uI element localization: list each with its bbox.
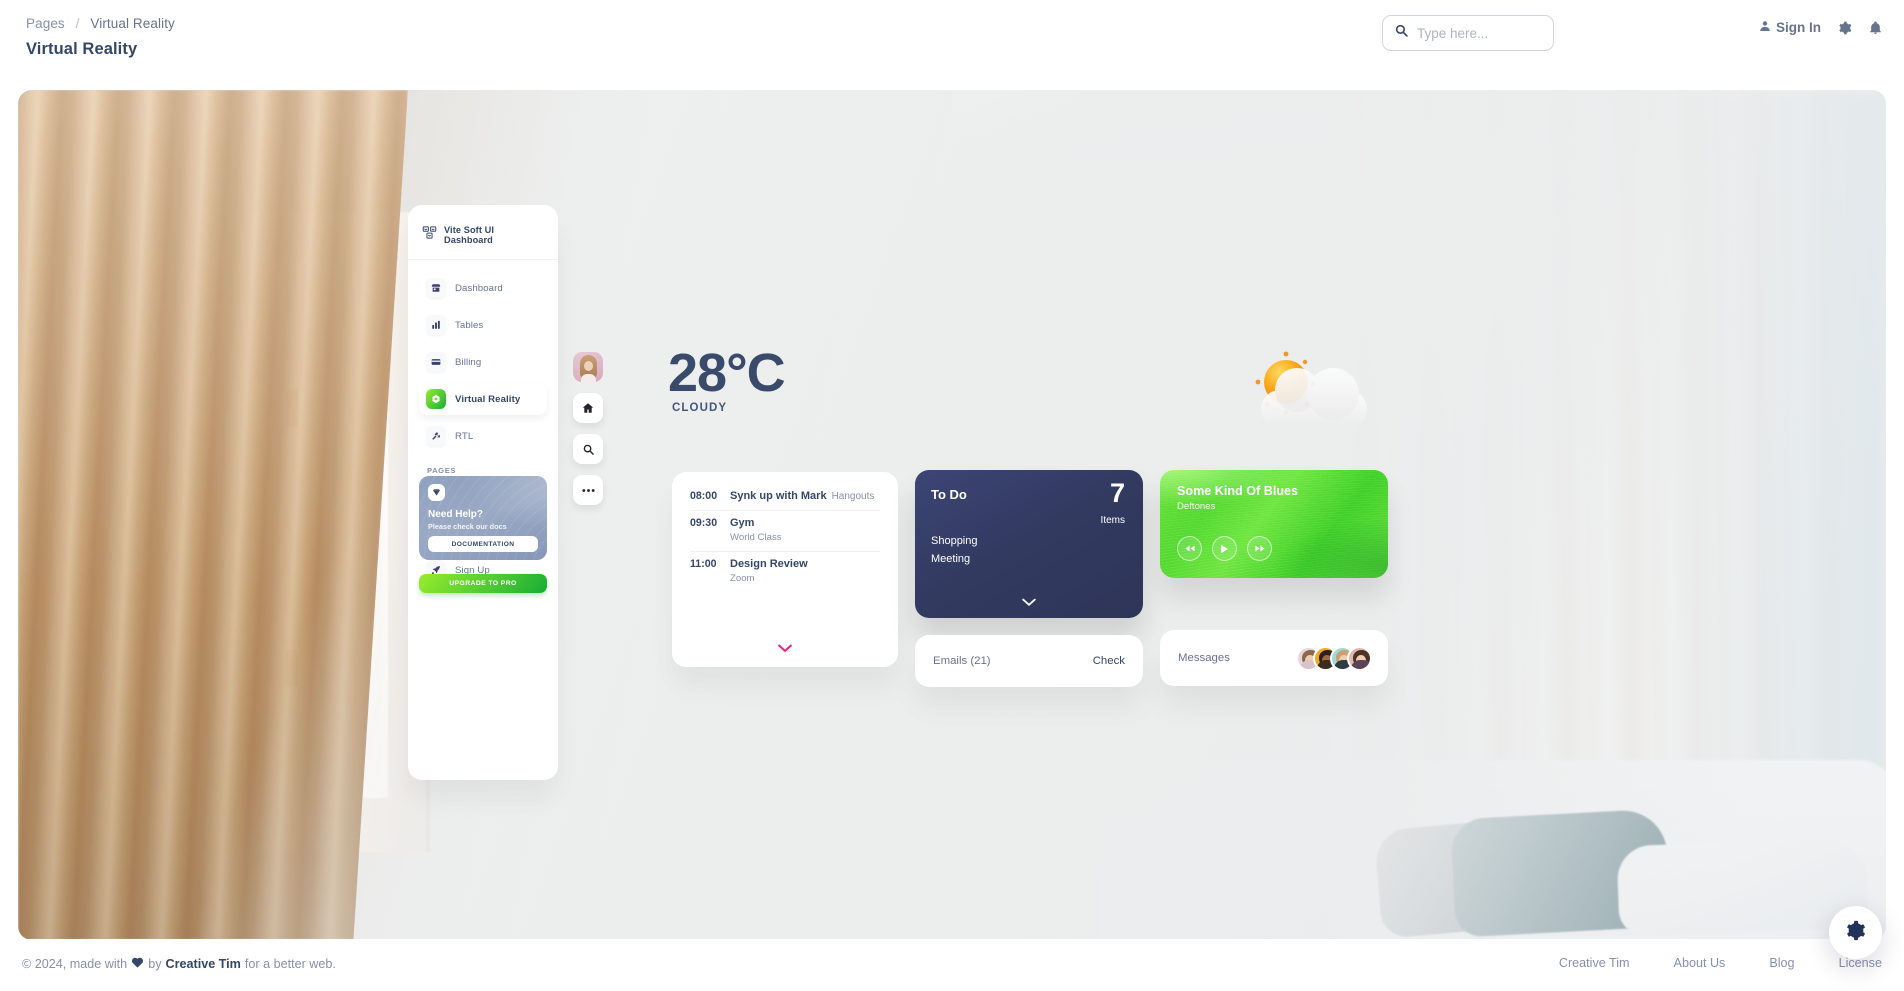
credit-card-icon: [426, 352, 446, 372]
footer-by: by: [148, 956, 162, 971]
messages-label: Messages: [1178, 652, 1230, 664]
need-help-subtitle: Please check our docs: [428, 522, 507, 531]
avatar[interactable]: [573, 352, 603, 382]
sidebar-item-label: Virtual Reality: [455, 393, 521, 405]
heart-icon: [131, 956, 144, 971]
search-box[interactable]: [1382, 15, 1554, 51]
schedule-row[interactable]: 08:00 Synk up with Mark Hangouts: [672, 484, 898, 510]
sidebar-item-label: Dashboard: [455, 282, 503, 294]
ellipsis-icon[interactable]: [573, 475, 603, 505]
schedule-time: 11:00: [690, 558, 717, 570]
emails-check-button[interactable]: Check: [1093, 655, 1125, 667]
documentation-button[interactable]: DOCUMENTATION: [428, 536, 538, 552]
schedule-title: Gym: [730, 517, 755, 529]
footer-copyright-prefix: © 2024, made with: [22, 956, 128, 971]
sidebar-item-label: RTL: [455, 430, 474, 442]
vr-icon-rail: [573, 352, 603, 505]
todo-card: To Do 7 Items Shopping Meeting: [915, 470, 1143, 618]
sidebar-brand-label: Vite Soft UI Dashboard: [444, 225, 495, 245]
music-player-card: Some Kind Of Blues Deftones: [1160, 470, 1388, 578]
bell-icon[interactable]: [1869, 21, 1882, 35]
schedule-subtitle: World Class: [730, 532, 782, 543]
breadcrumb: Pages / Virtual Reality: [26, 16, 175, 31]
vite-logo-icon: [422, 225, 437, 245]
music-artist: Deftones: [1177, 501, 1216, 512]
tools-icon: [426, 426, 446, 446]
sidebar-item-label: Tables: [455, 319, 484, 331]
todo-title: To Do: [931, 487, 967, 502]
vr-cube-icon: [426, 389, 446, 409]
music-track-title: Some Kind Of Blues: [1177, 484, 1299, 498]
chart-bar-icon: [426, 315, 446, 335]
top-navbar: Pages / Virtual Reality Virtual Reality …: [0, 0, 1904, 72]
rewind-icon[interactable]: [1177, 536, 1202, 561]
sidebar-item-rtl[interactable]: RTL: [419, 420, 547, 452]
schedule-meta: Hangouts: [831, 491, 875, 502]
home-icon[interactable]: [573, 393, 603, 423]
messages-card: Messages: [1160, 630, 1388, 686]
fast-forward-icon[interactable]: [1247, 536, 1272, 561]
footer-author[interactable]: Creative Tim: [166, 957, 241, 971]
chevron-down-icon[interactable]: [915, 594, 1143, 612]
need-help-card: Need Help? Please check our docs DOCUMEN…: [419, 476, 547, 560]
footer-links: Creative Tim About Us Blog License: [1559, 956, 1882, 970]
footer-suffix: for a better web.: [244, 956, 336, 971]
chevron-down-icon[interactable]: [672, 640, 898, 658]
need-help-title: Need Help?: [428, 509, 484, 520]
gear-icon: [1845, 920, 1866, 946]
sidebar-item-virtual-reality[interactable]: Virtual Reality: [419, 383, 547, 415]
settings-fab-button[interactable]: [1829, 906, 1882, 959]
footer-link-about-us[interactable]: About Us: [1674, 956, 1726, 970]
emails-label: Emails (21): [933, 655, 991, 667]
todo-item[interactable]: Shopping: [931, 535, 978, 547]
todo-count-label: Items: [1100, 515, 1125, 526]
temperature-value: 28°C: [668, 343, 786, 403]
breadcrumb-separator: /: [75, 16, 80, 31]
sidebar-item-tables[interactable]: Tables: [419, 309, 547, 341]
messages-avatar-group: [1296, 645, 1372, 671]
schedule-time: 08:00: [690, 490, 718, 502]
footer-copyright: © 2024, made with by Creative Tim for a …: [22, 956, 336, 971]
todo-count: 7: [1109, 478, 1125, 508]
weather-condition: CLOUDY: [672, 402, 728, 414]
schedule-row[interactable]: 11:00 Design Review Zoom: [672, 552, 898, 592]
page-title: Virtual Reality: [26, 40, 138, 58]
user-icon: [1759, 20, 1771, 35]
schedule-title: Design Review: [730, 558, 808, 570]
search-icon: [1395, 24, 1417, 42]
footer-link-creative-tim[interactable]: Creative Tim: [1559, 956, 1630, 970]
sidebar-brand[interactable]: Vite Soft UI Dashboard: [408, 221, 558, 260]
app-root: Pages / Virtual Reality Virtual Reality …: [0, 0, 1904, 991]
footer: © 2024, made with by Creative Tim for a …: [0, 939, 1904, 991]
sun-behind-cloud-icon: [1245, 342, 1385, 432]
shop-icon: [426, 278, 446, 298]
play-icon[interactable]: [1212, 536, 1237, 561]
gear-icon[interactable]: [1838, 21, 1852, 35]
avatar[interactable]: [1347, 645, 1372, 671]
music-controls: [1177, 536, 1272, 561]
navbar-actions: Sign In: [1759, 20, 1882, 35]
diamond-icon: [428, 484, 445, 501]
sidebar-card: Vite Soft UI Dashboard Dashboard Tables …: [408, 205, 558, 780]
schedule-title: Synk up with Mark: [730, 490, 827, 502]
schedule-card: 08:00 Synk up with Mark Hangouts 09:30 G…: [672, 472, 898, 667]
breadcrumb-root[interactable]: Pages: [26, 16, 65, 31]
search-icon[interactable]: [573, 434, 603, 464]
footer-link-blog[interactable]: Blog: [1769, 956, 1794, 970]
emails-card: Emails (21) Check: [915, 635, 1143, 687]
schedule-time: 09:30: [690, 517, 718, 529]
schedule-row[interactable]: 09:30 Gym World Class: [672, 511, 898, 551]
sign-in-label: Sign In: [1776, 20, 1821, 35]
sidebar-item-billing[interactable]: Billing: [419, 346, 547, 378]
upgrade-to-pro-button[interactable]: UPGRADE TO PRO: [419, 574, 547, 593]
todo-item[interactable]: Meeting: [931, 553, 970, 565]
search-input[interactable]: [1417, 25, 1541, 41]
sidebar-item-label: Billing: [455, 356, 482, 368]
sidebar-item-dashboard[interactable]: Dashboard: [419, 272, 547, 304]
schedule-subtitle: Zoom: [730, 573, 755, 584]
sign-in-button[interactable]: Sign In: [1759, 20, 1821, 35]
breadcrumb-current: Virtual Reality: [90, 16, 175, 31]
